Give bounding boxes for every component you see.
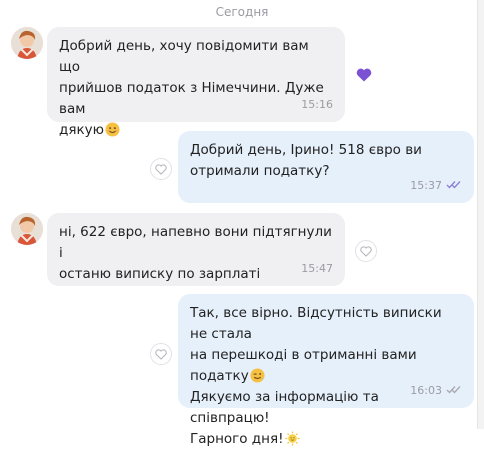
contact-avatar[interactable] [11, 27, 43, 59]
react-heart-button[interactable] [150, 343, 172, 365]
message-bubble-incoming[interactable]: ні, 622 євро, напевно вони підтягнули і … [47, 213, 345, 286]
message-time: 16:03 [410, 380, 462, 401]
message-bubble-incoming[interactable]: Добрий день, хочу повідомити вам що прий… [47, 27, 345, 138]
heart-outline-icon [155, 163, 167, 175]
sun-face-icon [284, 431, 300, 446]
read-double-check-icon [446, 175, 462, 196]
message-text: Так, все вірно. Відсутність виписки не с… [190, 305, 446, 447]
message-text: ні, 622 євро, напевно вони підтягнули і … [59, 224, 337, 282]
purple-heart-reaction-icon[interactable] [355, 66, 373, 84]
date-separator: Сегодня [215, 5, 269, 19]
message-text: Добрий день, хочу повідомити вам що прий… [59, 38, 329, 138]
react-heart-button[interactable] [355, 240, 377, 262]
delivered-double-check-icon [446, 380, 462, 401]
message-time: 15:16 [301, 98, 333, 111]
scrollbar[interactable] [477, 0, 484, 429]
contact-avatar[interactable] [11, 213, 43, 245]
heart-outline-icon [360, 245, 372, 257]
message-time: 15:37 [410, 175, 462, 196]
message-bubble-outgoing[interactable]: Так, все вірно. Відсутність виписки не с… [178, 294, 474, 447]
chat-thread: Сегодня Добрий день, хочу повідомити вам… [0, 0, 484, 447]
winking-face-icon [250, 368, 265, 383]
message-time: 15:47 [301, 262, 333, 275]
smiling-face-icon [105, 122, 120, 137]
message-bubble-outgoing[interactable]: Добрий день, Ірино! 518 євро ви отримали… [178, 131, 474, 203]
heart-outline-icon [155, 348, 167, 360]
react-heart-button[interactable] [150, 158, 172, 180]
